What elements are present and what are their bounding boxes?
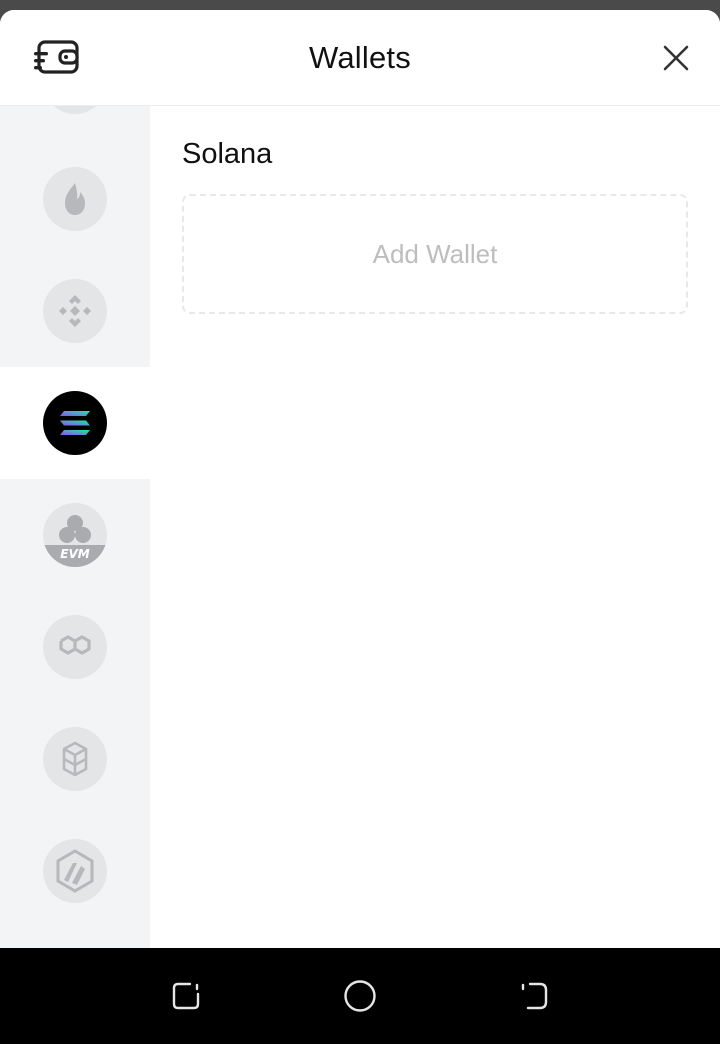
flame-icon bbox=[65, 183, 85, 215]
recent-apps-icon[interactable] bbox=[168, 978, 204, 1014]
bnb-icon bbox=[59, 295, 91, 327]
evm-label: EVM bbox=[60, 547, 90, 561]
sidebar-item-solana[interactable] bbox=[0, 367, 150, 479]
polygon-icon bbox=[59, 635, 91, 655]
sidebar-item-hidden-bottom[interactable] bbox=[0, 927, 150, 948]
status-bar-strip bbox=[0, 0, 720, 10]
chain-name-heading: Solana bbox=[182, 138, 273, 170]
chain-icon-wrap bbox=[43, 167, 107, 231]
main-content: Solana Add Wallet bbox=[150, 106, 720, 948]
chain-icon bbox=[43, 106, 107, 114]
wallets-sheet: Wallets EVM Solana Add Wallet bbox=[0, 10, 720, 948]
fantom-icon bbox=[62, 741, 88, 777]
add-wallet-button[interactable]: Add Wallet bbox=[182, 194, 688, 314]
chain-icon-wrap bbox=[43, 279, 107, 343]
page-title: Wallets bbox=[309, 40, 411, 75]
sidebar-item-evm[interactable]: EVM bbox=[0, 479, 150, 591]
sidebar-item-fantom[interactable] bbox=[0, 703, 150, 815]
sidebar-item-bnb-chain[interactable] bbox=[0, 255, 150, 367]
sidebar-item-arbitrum[interactable] bbox=[0, 815, 150, 927]
chain-icon-wrap: EVM bbox=[43, 503, 107, 567]
close-icon[interactable] bbox=[656, 38, 696, 78]
chain-icon-wrap bbox=[43, 727, 107, 791]
sidebar-item-polygon[interactable] bbox=[0, 591, 150, 703]
sheet-header: Wallets bbox=[0, 10, 720, 106]
back-icon[interactable] bbox=[516, 978, 552, 1014]
sidebar-item-hidden-top[interactable] bbox=[0, 106, 150, 138]
chain-sidebar: EVM bbox=[0, 106, 150, 948]
chain-icon-wrap bbox=[43, 391, 107, 455]
arbitrum-icon bbox=[56, 849, 94, 893]
chain-icon-wrap bbox=[43, 839, 107, 903]
chain-icon-wrap bbox=[43, 615, 107, 679]
home-icon[interactable] bbox=[342, 978, 378, 1014]
solana-icon bbox=[60, 411, 90, 435]
system-nav-bar bbox=[0, 948, 720, 1044]
sidebar-item-fire-chain[interactable] bbox=[0, 143, 150, 255]
